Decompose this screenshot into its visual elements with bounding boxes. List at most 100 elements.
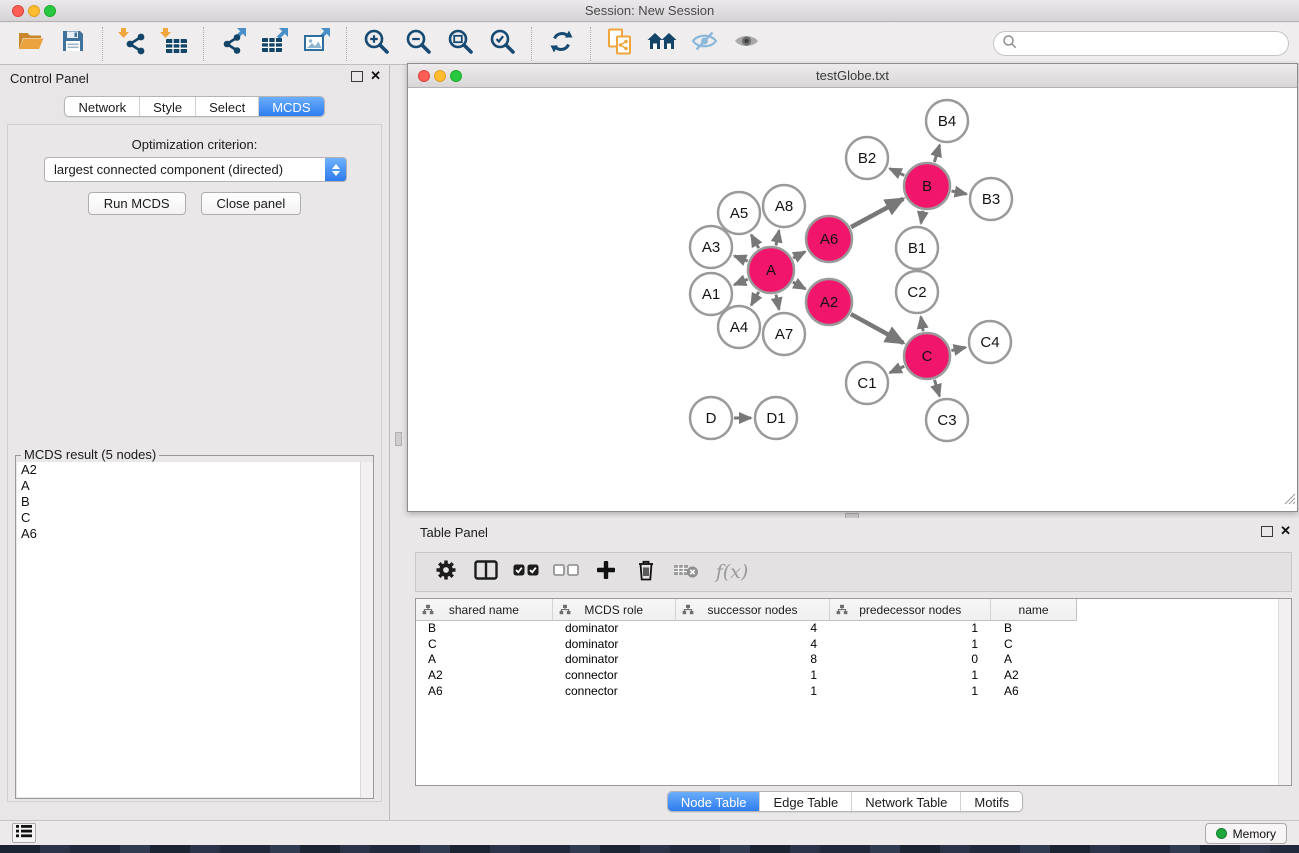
export-network-button[interactable]	[212, 26, 254, 62]
graph-edge-C-C2[interactable]	[921, 317, 923, 332]
close-panel-button[interactable]: Close panel	[201, 192, 302, 215]
graph-edge-A2-C[interactable]	[851, 314, 903, 343]
save-session-button[interactable]	[52, 26, 94, 62]
mcds-list-scrollbar[interactable]	[360, 462, 373, 798]
graph-edge-B-B2[interactable]	[890, 169, 905, 176]
table-cell: 4	[676, 637, 831, 653]
column-header-shared-name[interactable]: shared name	[416, 599, 553, 621]
mcds-result-item[interactable]: A	[17, 478, 372, 494]
export-table-button[interactable]	[254, 26, 296, 62]
table-row[interactable]: Bdominator41B	[416, 621, 1291, 637]
export-image-icon	[303, 28, 331, 59]
deselect-all-rows-button[interactable]	[548, 556, 584, 588]
graph-edge-A-A1[interactable]	[734, 279, 748, 284]
open-session-button[interactable]	[10, 26, 52, 62]
table-cell: A6	[416, 684, 553, 700]
delete-column-button[interactable]	[628, 556, 664, 588]
unchecked-boxes-icon	[553, 563, 579, 582]
graph-node-label-A1: A1	[702, 286, 720, 303]
delete-table-button[interactable]	[668, 556, 704, 588]
window-resize-grip[interactable]	[1283, 492, 1296, 510]
refresh-view-button[interactable]	[540, 26, 582, 62]
tab-mcds[interactable]: MCDS	[258, 97, 323, 116]
hide-selected-button[interactable]	[683, 26, 725, 62]
float-table-panel-icon[interactable]	[1261, 526, 1273, 537]
zoom-selected-button[interactable]	[481, 26, 523, 62]
task-history-button[interactable]	[12, 823, 36, 843]
import-table-button[interactable]	[153, 26, 195, 62]
table-settings-button[interactable]	[428, 556, 464, 588]
mcds-result-item[interactable]: A6	[17, 526, 372, 542]
function-builder-button[interactable]: f(x)	[708, 556, 756, 588]
vertical-splitter-grip[interactable]	[395, 432, 402, 446]
zoom-fit-button[interactable]	[439, 26, 481, 62]
export-image-button[interactable]	[296, 26, 338, 62]
function-icon: f(x)	[716, 561, 749, 583]
tab-edge-table[interactable]: Edge Table	[759, 792, 851, 811]
graph-edge-A-A5[interactable]	[751, 235, 759, 248]
graph-edge-A-A4[interactable]	[751, 292, 759, 305]
add-column-button[interactable]	[588, 556, 624, 588]
float-panel-icon[interactable]	[351, 71, 363, 82]
mcds-result-item[interactable]: B	[17, 494, 372, 510]
graph-edge-A-A7[interactable]	[776, 294, 779, 309]
graph-edge-C-C1[interactable]	[890, 366, 904, 372]
graph-edge-A-A8[interactable]	[776, 230, 779, 245]
table-row[interactable]: Cdominator41C	[416, 637, 1291, 653]
show-columns-button[interactable]	[468, 556, 504, 588]
column-header-predecessor-nodes[interactable]: predecessor nodes	[830, 599, 991, 621]
graph-edge-B-B4[interactable]	[934, 145, 939, 162]
graph-node-label-A8: A8	[775, 198, 793, 215]
graph-edge-C-C3[interactable]	[934, 380, 939, 396]
graph-edge-C-C4[interactable]	[951, 347, 965, 350]
graph-edge-B-B1[interactable]	[921, 211, 923, 224]
graph-node-label-A3: A3	[702, 239, 720, 256]
graph-node-label-B4: B4	[938, 113, 956, 130]
graph-edge-A-A6[interactable]	[793, 252, 805, 258]
status-bar: Memory	[0, 820, 1299, 845]
tab-select[interactable]: Select	[195, 97, 258, 116]
zoom-out-button[interactable]	[397, 26, 439, 62]
eye-icon	[733, 30, 760, 57]
search-field[interactable]	[993, 31, 1289, 56]
new-network-from-selection-button[interactable]	[599, 26, 641, 62]
show-all-button[interactable]	[725, 26, 767, 62]
table-row[interactable]: A2connector11A2	[416, 668, 1291, 684]
close-panel-icon[interactable]: ✕	[370, 68, 381, 84]
tab-network[interactable]: Network	[65, 97, 139, 116]
table-row[interactable]: A6connector11A6	[416, 684, 1291, 700]
column-header-successor-nodes[interactable]: successor nodes	[676, 599, 831, 621]
column-header-name[interactable]: name	[991, 599, 1076, 621]
table-row[interactable]: Adominator80A	[416, 652, 1291, 668]
criterion-select[interactable]: largest connected component (directed)	[44, 157, 347, 182]
table-header-row: shared nameMCDS rolesuccessor nodesprede…	[416, 599, 1077, 621]
select-all-rows-button[interactable]	[508, 556, 544, 588]
tab-node-table[interactable]: Node Table	[668, 792, 760, 811]
graph-edge-A-A2[interactable]	[793, 282, 805, 289]
tab-motifs[interactable]: Motifs	[960, 792, 1022, 811]
mcds-result-item[interactable]: A2	[17, 462, 372, 478]
graph-node-label-B1: B1	[908, 240, 926, 257]
graph-edge-A-A3[interactable]	[734, 256, 747, 261]
import-network-button[interactable]	[111, 26, 153, 62]
first-neighbors-button[interactable]	[641, 26, 683, 62]
search-input[interactable]	[1017, 34, 1288, 54]
zoom-selected-icon	[489, 28, 516, 60]
run-mcds-button[interactable]: Run MCDS	[88, 192, 186, 215]
control-panel-title: Control Panel	[10, 71, 89, 86]
memory-button[interactable]: Memory	[1205, 823, 1287, 844]
network-canvas[interactable]: B4B2BB3A5A8A6B1A3AC2A1A2A4A7C4CC1C3DD1	[408, 89, 1297, 511]
tab-network-table[interactable]: Network Table	[851, 792, 960, 811]
mcds-result-item[interactable]: C	[17, 510, 372, 526]
column-header-MCDS-role[interactable]: MCDS role	[553, 599, 676, 621]
trash-icon	[636, 559, 656, 586]
close-table-panel-icon[interactable]: ✕	[1280, 523, 1291, 539]
graph-edge-B-B3[interactable]	[951, 191, 966, 194]
graph-edge-A6-B[interactable]	[851, 199, 903, 227]
table-cell: connector	[553, 668, 676, 684]
table-scrollbar[interactable]	[1278, 599, 1291, 785]
zoom-in-button[interactable]	[355, 26, 397, 62]
network-window-titlebar[interactable]: testGlobe.txt	[408, 64, 1297, 88]
criterion-label: Optimization criterion:	[8, 137, 381, 152]
tab-style[interactable]: Style	[139, 97, 195, 116]
